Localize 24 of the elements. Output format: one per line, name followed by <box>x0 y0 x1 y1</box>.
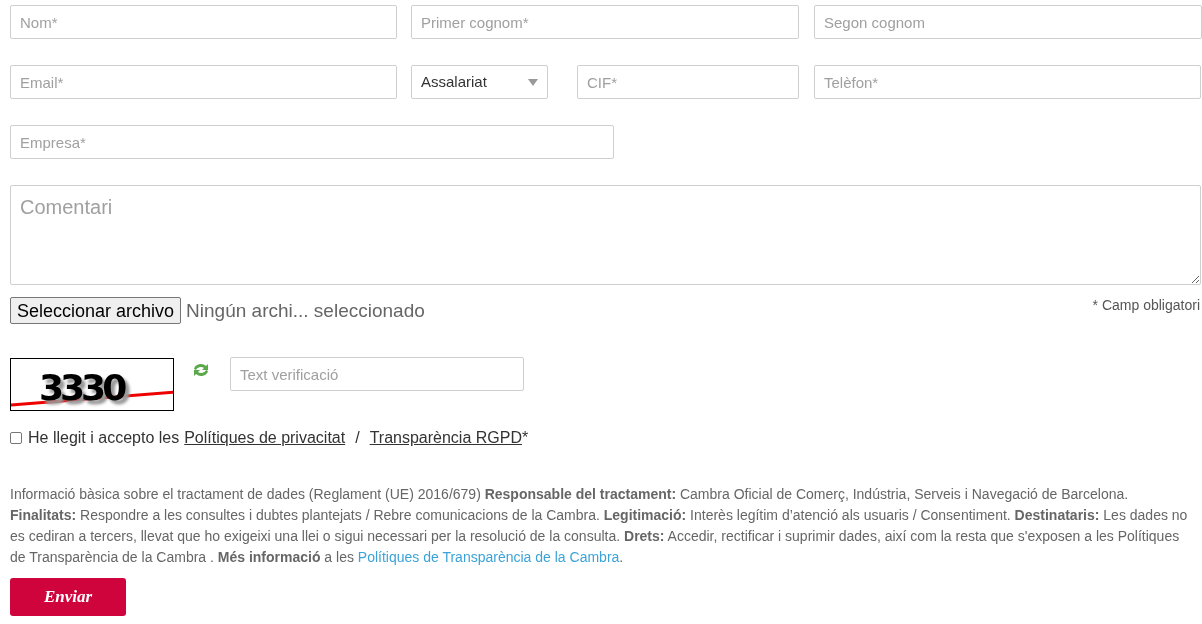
submit-button[interactable]: Enviar <box>10 578 126 616</box>
text-field[interactable]: Segon cognom <box>814 5 1202 39</box>
policy-link[interactable]: Polítiques de privacitat <box>184 426 346 450</box>
required-note: * Camp obligatori <box>1092 296 1200 315</box>
caret-icon <box>528 78 538 86</box>
verification-field[interactable]: Text verificació <box>230 357 524 391</box>
policy-link[interactable]: Transparència RGPD <box>369 426 522 450</box>
text-field[interactable]: Nom* <box>10 5 397 39</box>
text-field[interactable]: CIF* <box>577 65 799 99</box>
choose-file-button[interactable]: Seleccionar archivo <box>10 297 182 324</box>
legal-info-paragraph: Informació bàsica sobre el tractament de dades (Reglament (UE) 2016/679) Responsable del tractament: Cambra Oficial de Comerç, Indústria, Serveis i Navegació de Barcelona. Finalitats: Respondre a les consultes i dubtes plantejats / Rebre comunicacions de la Cambra. Legitimació: Interès legítim d’atenció als usuaris / Consentiment. Destinataris: Les dades no es cediran a tercers, llevat que ho exigeixi una llei o sigui necessari per la resolució de la consulta. Drets: Accedir, rectificar i suprimir dades, així com la resta que s'exposen a les Polítiques de Transparència de la Cambra . Més informació a les Polítiques de Transparència de la Cambra. <box>10 485 1189 567</box>
consent-label: He llegit i accepto les <box>28 428 180 448</box>
file-status: Ningún archi... seleccionado <box>186 299 425 323</box>
text-field[interactable]: Email* <box>10 65 397 99</box>
text-field[interactable]: Telèfon* <box>814 65 1201 99</box>
required-mark: * <box>522 428 529 448</box>
checkbox[interactable] <box>10 432 22 444</box>
text-field[interactable]: Empresa* <box>10 125 614 159</box>
refresh-icon[interactable] <box>192 362 210 378</box>
separator: / <box>355 428 360 448</box>
captcha-image: 3330 <box>10 358 174 411</box>
comment-field[interactable]: Comentari <box>10 185 1201 285</box>
dropdown[interactable]: Assalariat <box>411 65 548 99</box>
text-field[interactable]: Primer cognom* <box>411 5 799 39</box>
